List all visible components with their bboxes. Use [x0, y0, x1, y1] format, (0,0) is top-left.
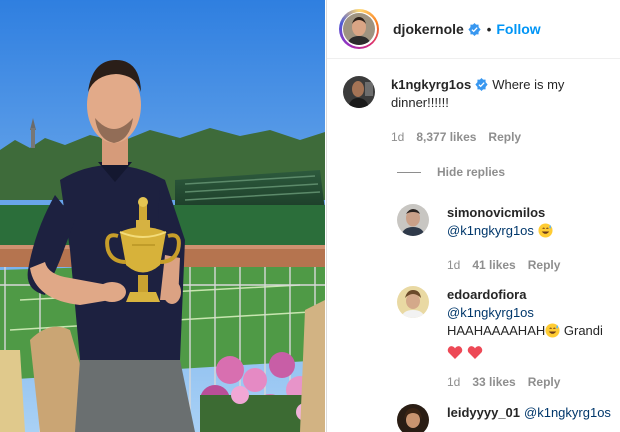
- hide-replies-label: Hide replies: [437, 165, 506, 179]
- reply-text-after: Grandi: [563, 323, 603, 338]
- red-heart-emoji-icon: [467, 346, 482, 359]
- reply-likes[interactable]: 41 likes: [472, 258, 515, 272]
- comment-username[interactable]: k1ngkyrg1os: [391, 77, 471, 92]
- reply: edoardofiora @k1ngkyrg1os HAAHAAAAHAH Gr…: [397, 286, 620, 362]
- reply-username[interactable]: leidyyyy_01: [447, 405, 520, 420]
- reply-username[interactable]: simonovicmilos: [447, 204, 620, 222]
- hide-replies-button[interactable]: Hide replies: [397, 165, 505, 179]
- comments-panel: djokernole • Follow k1ngkyrg1os Where is …: [326, 0, 620, 432]
- reply-mention[interactable]: @k1ngkyrg1os: [524, 405, 611, 420]
- comment-meta: 1d 8,377 likes Reply: [391, 130, 521, 144]
- replier-avatar[interactable]: [397, 286, 429, 318]
- reply-meta: 1d 41 likes Reply: [447, 258, 560, 272]
- reply-username[interactable]: edoardofiora: [447, 286, 620, 304]
- verified-badge-icon: [468, 22, 481, 36]
- wimbledon-trophy-photo: [0, 0, 325, 432]
- reply-button[interactable]: Reply: [528, 258, 561, 272]
- comment-time[interactable]: 1d: [391, 130, 404, 144]
- reply: simonovicmilos @k1ngkyrg1os: [397, 204, 620, 240]
- reply-mention[interactable]: @k1ngkyrg1os: [447, 304, 620, 322]
- author-avatar[interactable]: [339, 9, 379, 49]
- verified-badge-icon: [475, 78, 488, 91]
- grinning-sweat-emoji-icon: [545, 323, 560, 338]
- reply-meta: 1d 33 likes Reply: [447, 375, 560, 389]
- comment: k1ngkyrg1os Where is my dinner!!!!!!: [343, 76, 591, 112]
- reply-likes[interactable]: 33 likes: [472, 375, 515, 389]
- post-photo[interactable]: [0, 0, 325, 432]
- reply-time[interactable]: 1d: [447, 375, 460, 389]
- commenter-avatar[interactable]: [343, 76, 375, 108]
- reply-time[interactable]: 1d: [447, 258, 460, 272]
- grinning-sweat-emoji-icon: [538, 223, 553, 238]
- red-heart-emoji-icon: [447, 346, 463, 359]
- author-username[interactable]: djokernole: [393, 21, 464, 37]
- separator-dot: •: [486, 21, 492, 37]
- reply-mention[interactable]: @k1ngkyrg1os: [447, 223, 534, 238]
- post-header: djokernole • Follow: [327, 0, 620, 59]
- reply: leidyyyy_01 @k1ngkyrg1os: [397, 404, 620, 432]
- replier-avatar[interactable]: [397, 204, 429, 236]
- reply-text: HAAHAAAAHAH: [447, 323, 546, 338]
- divider-line: [397, 171, 421, 173]
- avatar-image: [343, 13, 375, 45]
- reply-button[interactable]: Reply: [488, 130, 521, 144]
- replier-avatar[interactable]: [397, 404, 429, 432]
- comment-likes[interactable]: 8,377 likes: [416, 130, 476, 144]
- follow-button[interactable]: Follow: [496, 21, 540, 37]
- reply-button[interactable]: Reply: [528, 375, 561, 389]
